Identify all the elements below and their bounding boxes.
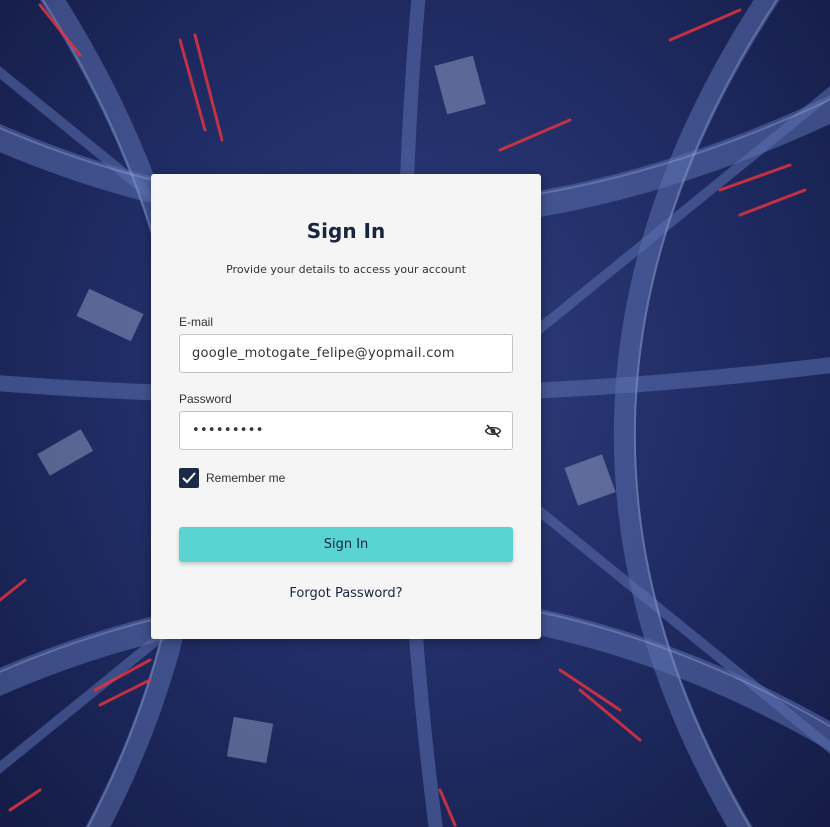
- remember-me-checkbox[interactable]: [179, 468, 199, 488]
- forgot-password-link[interactable]: Forgot Password?: [151, 586, 541, 601]
- checkmark-icon: [182, 472, 196, 484]
- email-field-wrapper: [179, 334, 513, 373]
- page-subtitle: Provide your details to access your acco…: [226, 263, 466, 276]
- remember-me-label[interactable]: Remember me: [206, 471, 285, 485]
- eye-off-icon[interactable]: [484, 422, 502, 440]
- email-field[interactable]: [192, 335, 482, 372]
- page-title: Sign In: [306, 219, 386, 243]
- signin-card: Sign In Provide your details to access y…: [151, 174, 541, 639]
- eye-off-icon-svg: [484, 424, 502, 438]
- password-field[interactable]: [192, 412, 482, 449]
- email-label: E-mail: [179, 315, 214, 329]
- password-label: Password: [179, 392, 232, 406]
- password-field-wrapper: [179, 411, 513, 450]
- sign-in-button[interactable]: Sign In: [179, 527, 513, 562]
